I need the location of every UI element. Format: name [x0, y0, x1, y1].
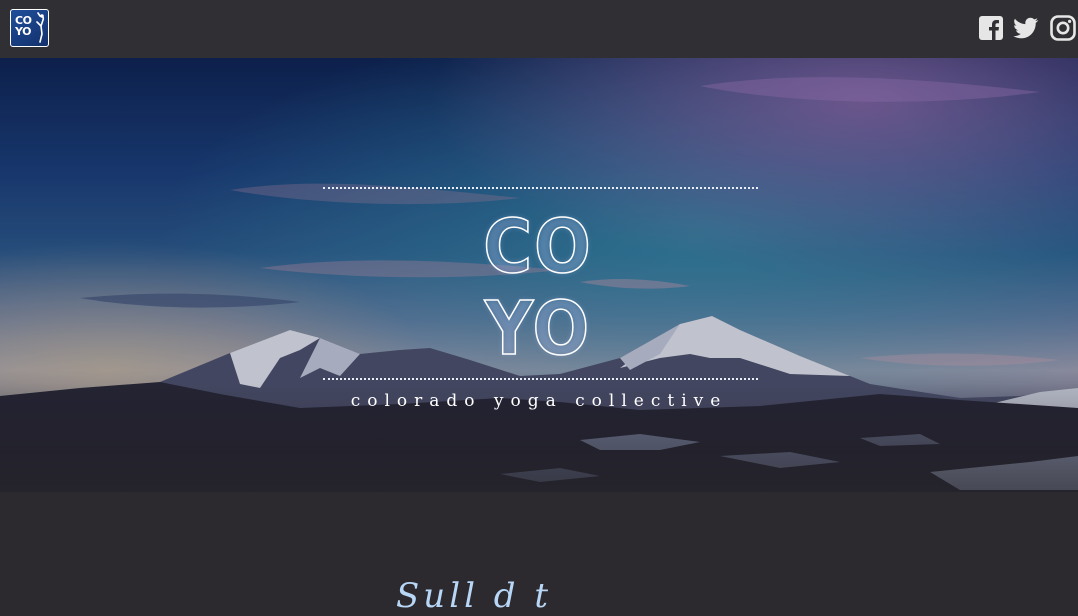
divider-top — [323, 187, 758, 189]
instagram-link[interactable] — [1049, 14, 1077, 42]
section-script-heading: Sull d t — [396, 576, 552, 616]
coyo-logo[interactable]: CO YO — [10, 9, 49, 47]
hero-tagline: colorado yoga collective — [350, 391, 728, 411]
facebook-link[interactable] — [977, 14, 1005, 42]
top-navigation-bar: CO YO — [0, 0, 1078, 58]
instagram-icon — [1050, 15, 1076, 41]
yoga-figure-icon — [36, 12, 45, 43]
hero-banner: CO YO colorado yoga collective — [0, 58, 1078, 492]
hero-logo-title: CO YO — [483, 204, 593, 372]
twitter-icon — [1013, 17, 1039, 39]
divider-bottom — [323, 378, 758, 380]
twitter-link[interactable] — [1011, 14, 1041, 42]
facebook-icon — [979, 16, 1003, 40]
